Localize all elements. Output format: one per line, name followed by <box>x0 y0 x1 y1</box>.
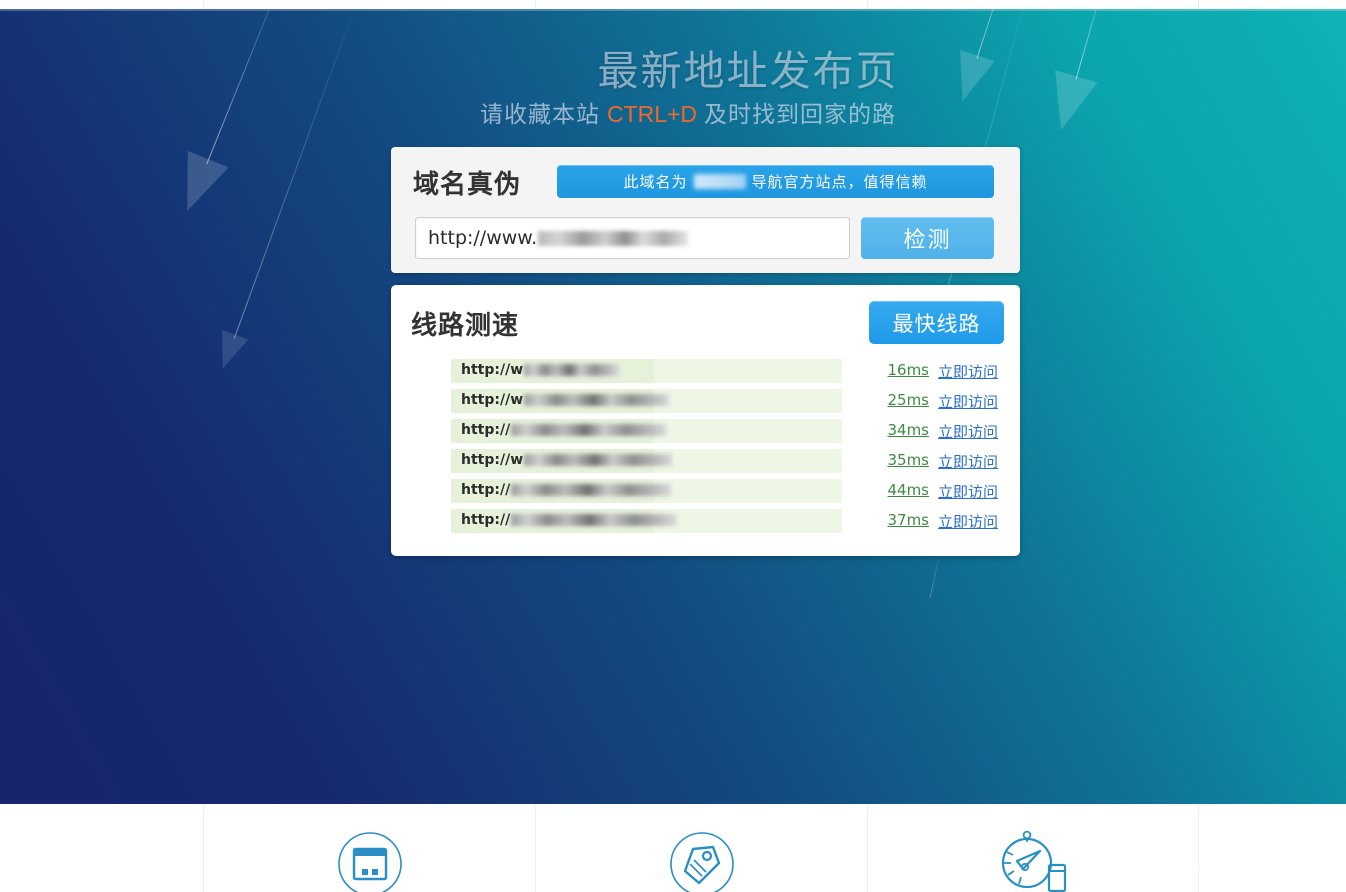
top-section-sliver <box>0 0 1346 9</box>
latency-bar: http:// <box>451 419 842 443</box>
feature-column[interactable] <box>867 804 1198 892</box>
speed-test-row: http:// 34ms 立即访问 <box>391 419 1020 449</box>
feature-column[interactable] <box>203 804 535 892</box>
redacted-route-url <box>524 454 673 466</box>
visit-link[interactable]: 立即访问 <box>938 421 998 442</box>
feature-column[interactable] <box>535 804 867 892</box>
speed-test-card: 线路测速 最快线路 http://w 16ms 立即访问 http://w 25ms 立即… <box>391 285 1020 556</box>
route-url-prefix: http://w <box>461 452 524 468</box>
latency-bar: http://w <box>451 449 842 473</box>
route-url: http://w <box>461 362 620 378</box>
speed-test-row: http:// 44ms 立即访问 <box>391 479 1020 509</box>
domain-url-input[interactable]: http://www. <box>415 217 850 259</box>
route-url: http:// <box>461 512 677 528</box>
visit-link[interactable]: 立即访问 <box>938 451 998 472</box>
banner-text-after: 导航官方站点，值得信赖 <box>751 174 928 191</box>
route-url-prefix: http://w <box>461 362 524 378</box>
latency-value[interactable]: 16ms <box>881 361 929 379</box>
page-subtitle: 请收藏本站 CTRL+D 及时找到回家的路 <box>0 95 1346 129</box>
latency-value[interactable]: 25ms <box>881 391 929 409</box>
redacted-domain-text <box>538 230 689 246</box>
route-url: http:// <box>461 422 667 438</box>
price-tag-icon <box>669 831 735 892</box>
route-url-prefix: http:// <box>461 512 511 528</box>
domain-panel-title: 域名真伪 <box>413 170 522 200</box>
hero-top-edge <box>0 9 1346 11</box>
domain-trust-banner: 此域名为 导航官方站点，值得信赖 <box>557 165 994 198</box>
latency-value[interactable]: 44ms <box>881 481 929 499</box>
redacted-route-url <box>511 484 672 496</box>
speed-test-row-list: http://w 16ms 立即访问 http://w 25ms 立即访问 http:// 3… <box>391 359 1020 539</box>
latency-bar: http://w <box>451 359 842 383</box>
visit-link[interactable]: 立即访问 <box>938 481 998 502</box>
latency-value[interactable]: 37ms <box>881 511 929 529</box>
page-root: 最新地址发布页 请收藏本站 CTRL+D 及时找到回家的路 域名真伪 此域名为 导航… <box>0 0 1346 892</box>
page-title: 最新地址发布页 <box>597 47 899 95</box>
redacted-route-url <box>511 424 667 436</box>
fastest-route-button[interactable]: 最快线路 <box>869 301 1004 344</box>
latency-bar: http:// <box>451 479 842 503</box>
speed-test-row: http://w 25ms 立即访问 <box>391 389 1020 419</box>
domain-verify-card: 域名真伪 此域名为 导航官方站点，值得信赖 http://www. 检测 <box>391 147 1020 273</box>
check-domain-button[interactable]: 检测 <box>861 217 994 259</box>
feature-strip <box>0 804 1346 892</box>
feature-column <box>1198 804 1346 892</box>
hotkey-label: CTRL+D <box>606 101 698 127</box>
subtitle-before: 请收藏本站 <box>479 101 600 127</box>
route-url: http://w <box>461 392 670 408</box>
hero-banner: 最新地址发布页 请收藏本站 CTRL+D 及时找到回家的路 域名真伪 此域名为 导航… <box>0 9 1346 804</box>
banner-text-before: 此域名为 <box>623 174 688 191</box>
redacted-route-url <box>524 364 620 376</box>
redacted-route-url <box>511 514 677 526</box>
speed-test-row: http://w 16ms 立即访问 <box>391 359 1020 389</box>
route-url-prefix: http:// <box>461 422 511 438</box>
domain-url-text: http://www. <box>428 227 538 249</box>
route-url: http://w <box>461 452 673 468</box>
browser-window-icon <box>337 831 403 892</box>
route-url: http:// <box>461 482 672 498</box>
redacted-brand-name <box>693 174 746 189</box>
latency-value[interactable]: 34ms <box>881 421 929 439</box>
visit-link[interactable]: 立即访问 <box>938 391 998 412</box>
domain-header-row: 域名真伪 此域名为 导航官方站点，值得信赖 <box>391 147 1020 211</box>
visit-link[interactable]: 立即访问 <box>938 361 998 382</box>
latency-bar: http://w <box>451 389 842 413</box>
speed-test-row: http:// 37ms 立即访问 <box>391 509 1020 539</box>
compass-navigation-icon <box>995 825 1071 892</box>
speed-panel-title: 线路测速 <box>411 311 520 341</box>
latency-bar: http:// <box>451 509 842 533</box>
route-url-prefix: http://w <box>461 392 524 408</box>
speed-test-row: http://w 35ms 立即访问 <box>391 449 1020 479</box>
feature-column <box>0 804 203 892</box>
visit-link[interactable]: 立即访问 <box>938 511 998 532</box>
redacted-route-url <box>524 394 670 406</box>
latency-value[interactable]: 35ms <box>881 451 929 469</box>
route-url-prefix: http:// <box>461 482 511 498</box>
subtitle-after: 及时找到回家的路 <box>704 101 897 127</box>
